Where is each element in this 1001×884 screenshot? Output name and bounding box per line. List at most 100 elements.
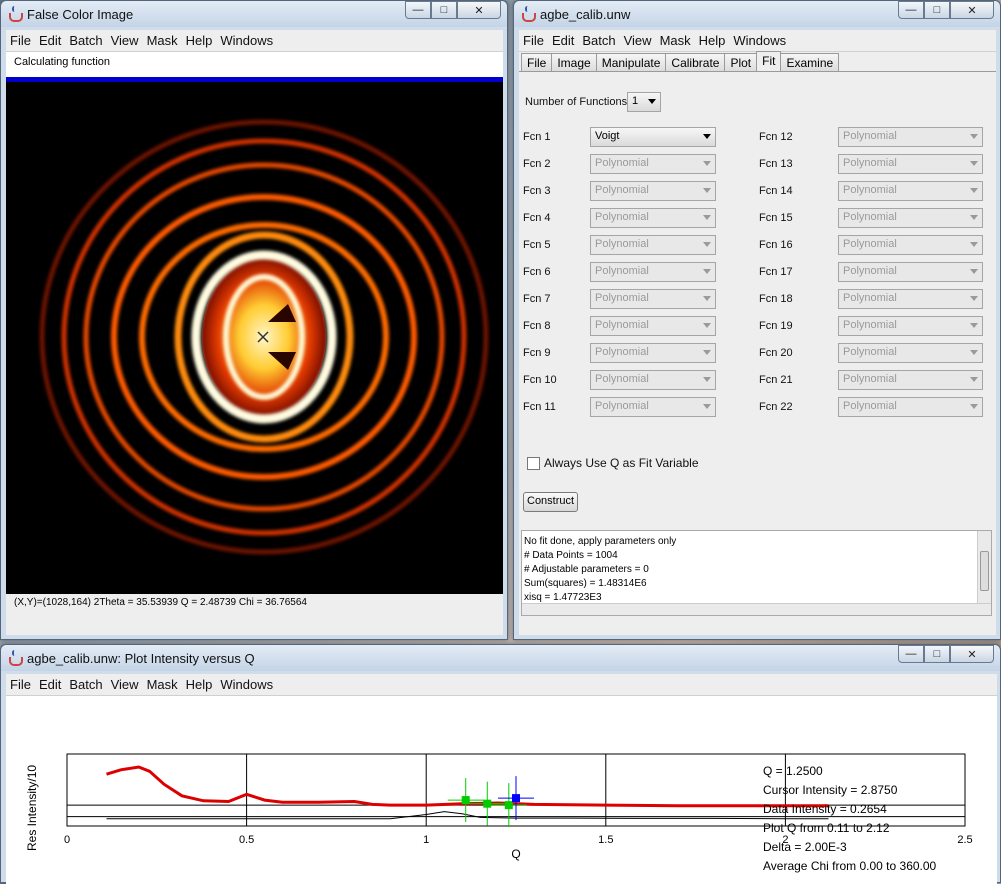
fcn-select[interactable]: Polynomial: [590, 208, 716, 228]
horizontal-scrollbar[interactable]: [522, 603, 991, 615]
close-button[interactable]: ✕: [950, 645, 994, 663]
menu-edit[interactable]: Edit: [35, 33, 65, 48]
always-q-checkbox[interactable]: [527, 457, 540, 470]
menu-file[interactable]: File: [6, 677, 35, 692]
fcn-select[interactable]: Voigt: [590, 127, 716, 147]
fcn-select[interactable]: Polynomial: [838, 397, 983, 417]
fcn-select[interactable]: Polynomial: [838, 370, 983, 390]
menu-batch[interactable]: Batch: [65, 677, 106, 692]
fcn-select[interactable]: Polynomial: [590, 235, 716, 255]
plot-window: agbe_calib.unw: Plot Intensity versus Q …: [0, 644, 1001, 884]
menu-edit[interactable]: Edit: [35, 677, 65, 692]
menu-view[interactable]: View: [107, 33, 143, 48]
tab-examine[interactable]: Examine: [780, 53, 840, 71]
tab-plot[interactable]: Plot: [724, 53, 758, 71]
tab-file[interactable]: File: [521, 53, 553, 71]
window-title: agbe_calib.unw: [540, 6, 631, 22]
fcn-label: Fcn 16: [759, 239, 793, 251]
fcn-select[interactable]: Polynomial: [838, 208, 983, 228]
menu-batch[interactable]: Batch: [578, 33, 619, 48]
fcn-select[interactable]: Polynomial: [838, 154, 983, 174]
plot-titlebar[interactable]: agbe_calib.unw: Plot Intensity versus Q …: [1, 645, 1000, 671]
chevron-down-icon: [703, 350, 711, 355]
fcn-select-value: Polynomial: [595, 292, 649, 304]
fcn-select[interactable]: Polynomial: [590, 154, 716, 174]
false-color-titlebar[interactable]: False Color Image — □ ✕: [1, 1, 507, 27]
fcn-select[interactable]: Polynomial: [838, 262, 983, 282]
intensity-plot[interactable]: 0 0.5 1 1.5 2 2.5QRes Intensity/10 Q = 1.2500C…: [6, 696, 997, 884]
tab-manipulate[interactable]: Manipulate: [595, 53, 667, 71]
fcn-select-value: Polynomial: [595, 319, 649, 331]
num-functions-select[interactable]: 1: [627, 92, 661, 112]
menu-windows[interactable]: Windows: [216, 33, 277, 48]
fit-panel: Number of Functions 1 Fcn 1 Voigt Fcn 2 Pol…: [519, 72, 996, 635]
menu-help[interactable]: Help: [695, 33, 730, 48]
menu-edit[interactable]: Edit: [548, 33, 578, 48]
num-functions-label: Number of Functions: [525, 96, 628, 108]
menu-batch[interactable]: Batch: [65, 33, 106, 48]
construct-button[interactable]: Construct: [523, 492, 579, 512]
fcn-select-value: Polynomial: [595, 400, 649, 412]
false-color-image[interactable]: [6, 82, 503, 594]
menu-mask[interactable]: Mask: [656, 33, 695, 48]
chevron-down-icon: [703, 404, 711, 409]
fcn-select[interactable]: Polynomial: [838, 127, 983, 147]
menu-windows[interactable]: Windows: [729, 33, 790, 48]
menu-windows[interactable]: Windows: [216, 677, 277, 692]
chevron-down-icon: [970, 269, 978, 274]
tab-image[interactable]: Image: [551, 53, 597, 71]
fcn-select-value: Polynomial: [595, 346, 649, 358]
fcn-select[interactable]: Polynomial: [590, 262, 716, 282]
minimize-button[interactable]: —: [898, 1, 924, 19]
menu-help[interactable]: Help: [182, 677, 217, 692]
menu-file[interactable]: File: [519, 33, 548, 48]
fcn-select[interactable]: Polynomial: [838, 289, 983, 309]
menu-mask[interactable]: Mask: [143, 33, 182, 48]
fcn-label: Fcn 8: [523, 320, 551, 332]
fcn-select-value: Polynomial: [843, 373, 897, 385]
maximize-button[interactable]: □: [924, 1, 950, 19]
fit-output-area[interactable]: No fit done, apply parameters only # Data…: [521, 530, 992, 616]
close-button[interactable]: ✕: [457, 1, 501, 19]
fcn-select-value: Polynomial: [843, 184, 897, 196]
fcn-select[interactable]: Polynomial: [590, 370, 716, 390]
fcn-select[interactable]: Polynomial: [838, 316, 983, 336]
calib-titlebar[interactable]: agbe_calib.unw — □ ✕: [514, 1, 1000, 27]
coords-bar: (X,Y)=(1028,164) 2Theta = 35.53939 Q = 2…: [6, 594, 503, 635]
data-marker: [504, 801, 513, 810]
tab-calibrate[interactable]: Calibrate: [665, 53, 726, 71]
fcn-label: Fcn 15: [759, 212, 793, 224]
maximize-button[interactable]: □: [924, 645, 950, 663]
fcn-select[interactable]: Polynomial: [590, 181, 716, 201]
fcn-label: Fcn 1: [523, 131, 551, 143]
menu-view[interactable]: View: [620, 33, 656, 48]
fcn-select[interactable]: Polynomial: [590, 289, 716, 309]
menu-mask[interactable]: Mask: [143, 677, 182, 692]
fcn-select[interactable]: Polynomial: [590, 343, 716, 363]
chevron-down-icon: [703, 188, 711, 193]
close-button[interactable]: ✕: [950, 1, 994, 19]
chevron-down-icon: [703, 377, 711, 382]
menu-file[interactable]: File: [6, 33, 35, 48]
data-marker: [461, 796, 470, 805]
fcn-select-value: Polynomial: [843, 319, 897, 331]
tab-fit[interactable]: Fit: [756, 51, 782, 71]
menu-help[interactable]: Help: [182, 33, 217, 48]
minimize-button[interactable]: —: [405, 1, 431, 19]
chevron-down-icon: [970, 215, 978, 220]
menu-view[interactable]: View: [107, 677, 143, 692]
fcn-select[interactable]: Polynomial: [838, 343, 983, 363]
fcn-label: Fcn 2: [523, 158, 551, 170]
scrollbar-thumb[interactable]: [980, 551, 989, 591]
fcn-label: Fcn 7: [523, 293, 551, 305]
chevron-down-icon: [970, 296, 978, 301]
fcn-select[interactable]: Polynomial: [590, 316, 716, 336]
fcn-select-value: Polynomial: [595, 184, 649, 196]
minimize-button[interactable]: —: [898, 645, 924, 663]
fcn-select[interactable]: Polynomial: [838, 235, 983, 255]
fcn-select[interactable]: Polynomial: [838, 181, 983, 201]
fcn-select[interactable]: Polynomial: [590, 397, 716, 417]
series-line: [106, 811, 829, 820]
calib-window: agbe_calib.unw — □ ✕ File Edit Batch View Ma…: [513, 0, 1001, 640]
maximize-button[interactable]: □: [431, 1, 457, 19]
